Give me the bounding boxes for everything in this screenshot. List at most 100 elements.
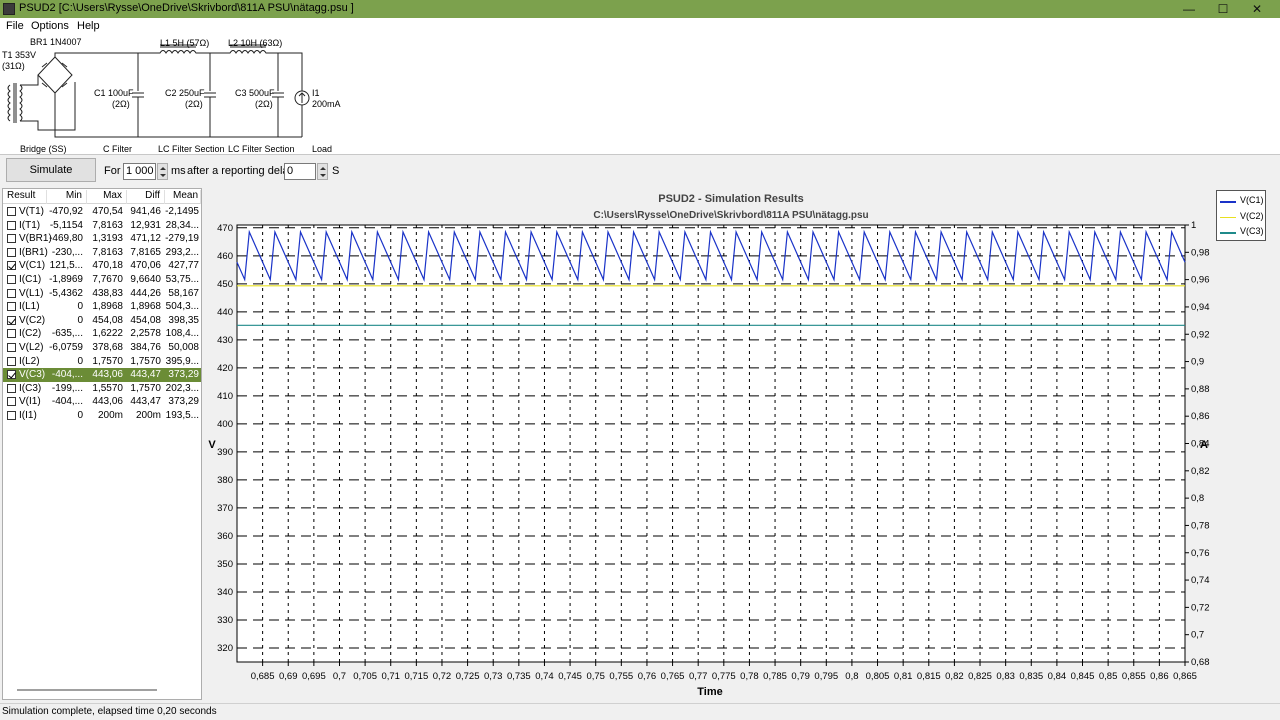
chart-legend: V(C1) V(C2) V(C3) <box>1216 190 1266 241</box>
result-max: 1,3193 <box>92 233 123 245</box>
result-checkbox[interactable] <box>7 207 16 216</box>
chart-area[interactable]: PSUD2 - Simulation Results C:\Users\Rysse… <box>204 188 1212 702</box>
label-bridge: BR1 1N4007 <box>30 37 82 47</box>
result-diff: 454,08 <box>130 314 161 326</box>
y2-tick-label: 0,8 <box>1191 493 1204 504</box>
y-tick-label: 460 <box>217 251 233 262</box>
result-checkbox[interactable] <box>7 275 16 284</box>
col-min[interactable]: Min <box>47 190 87 204</box>
result-row[interactable]: I(C1) -1,8969 7,7670 9,6640 53,75... <box>3 273 201 287</box>
x-tick-label: 0,71 <box>381 671 400 682</box>
result-row[interactable]: I(BR1) -230,... 7,8163 7,8165 293,2... <box>3 246 201 260</box>
spin-up-icon <box>320 167 326 170</box>
result-name: I(C3) <box>19 382 42 394</box>
x-tick-label: 0,78 <box>740 671 759 682</box>
result-row[interactable]: V(T1) -470,92 470,54 941,46 -2,1495 <box>3 205 201 219</box>
result-row[interactable]: I(C2) -635,... 1,6222 2,2578 108,4... <box>3 327 201 341</box>
horizontal-scrollbar[interactable] <box>17 689 157 691</box>
minimize-button[interactable]: — <box>1172 0 1206 18</box>
y-tick-label: 430 <box>217 335 233 346</box>
result-max: 1,6222 <box>92 328 123 340</box>
result-row[interactable]: V(C3) -404,... 443,06 443,47 373,29 <box>3 368 201 382</box>
col-diff[interactable]: Diff <box>127 190 165 204</box>
result-checkbox[interactable] <box>7 370 16 380</box>
y2-tick-label: 0,68 <box>1191 657 1210 668</box>
legend-swatch <box>1220 201 1236 203</box>
result-max: 7,8163 <box>92 246 123 258</box>
legend-swatch <box>1220 216 1236 218</box>
col-mean[interactable]: Mean <box>165 190 201 204</box>
result-checkbox[interactable] <box>7 315 16 325</box>
label-c3-res: (2Ω) <box>255 99 273 109</box>
result-max: 7,7670 <box>92 274 123 285</box>
result-row[interactable]: I(I1) 0 200m 200m 193,5... <box>3 409 201 423</box>
result-row[interactable]: I(C3) -199,... 1,5570 1,7570 202,3... <box>3 382 201 396</box>
duration-spinner[interactable] <box>157 163 168 180</box>
label-i1: I1 <box>312 88 320 98</box>
result-checkbox[interactable] <box>7 302 16 312</box>
result-checkbox[interactable] <box>7 220 16 230</box>
result-min: 121,5... <box>49 260 83 272</box>
y2-tick-label: 0,74 <box>1191 575 1210 586</box>
result-min: -6,0759 <box>49 342 83 353</box>
result-diff: 12,931 <box>130 219 161 231</box>
result-row[interactable]: V(BR1) -469,80 1,3193 471,12 -279,19 <box>3 232 201 246</box>
close-button[interactable]: ✕ <box>1240 0 1274 18</box>
for-label: For <box>104 165 121 177</box>
menu-options[interactable]: Options <box>31 20 69 32</box>
result-checkbox[interactable] <box>7 356 16 366</box>
result-checkbox[interactable] <box>7 383 16 393</box>
result-min: -404,... <box>51 369 83 381</box>
result-checkbox[interactable] <box>7 261 16 271</box>
result-max: 1,5570 <box>92 382 123 394</box>
result-checkbox[interactable] <box>7 343 16 352</box>
plot-area <box>236 224 1186 663</box>
duration-input[interactable]: 1 000 <box>123 163 156 180</box>
label-transformer-res: (31Ω) <box>2 61 25 71</box>
result-mean: 108,4... <box>165 328 199 340</box>
delay-spinner[interactable] <box>317 163 328 180</box>
result-checkbox[interactable] <box>7 411 16 420</box>
col-max[interactable]: Max <box>87 190 127 204</box>
result-row[interactable]: V(L2) -6,0759 378,68 384,76 50,008 <box>3 341 201 355</box>
y2-tick-label: 0,9 <box>1191 357 1204 368</box>
col-result[interactable]: Result <box>7 190 47 204</box>
y2-tick-label: 0,76 <box>1191 548 1210 559</box>
ms-label: ms <box>171 165 186 177</box>
result-diff: 384,76 <box>130 342 161 353</box>
y-tick-label: 450 <box>217 279 233 290</box>
legend-label: V(C3) <box>1240 226 1264 236</box>
section-load: Load <box>312 144 332 154</box>
circuit-schematic[interactable]: BR1 1N4007 T1 353V (31Ω) L1 5H (57Ω) L2 … <box>0 35 1280 155</box>
simulate-button[interactable]: Simulate <box>6 158 96 182</box>
menu-help[interactable]: Help <box>77 20 100 32</box>
result-row[interactable]: V(C2) 0 454,08 454,08 398,35 <box>3 314 201 328</box>
result-checkbox[interactable] <box>7 397 16 407</box>
results-table[interactable]: Result Min Max Diff Mean V(T1) -470,92 470… <box>2 188 202 700</box>
result-checkbox[interactable] <box>7 234 16 244</box>
result-checkbox[interactable] <box>7 288 16 298</box>
result-diff: 1,7570 <box>130 382 161 394</box>
y-tick-label: 330 <box>217 615 233 626</box>
result-row[interactable]: I(L2) 0 1,7570 1,7570 395,9... <box>3 355 201 369</box>
result-checkbox[interactable] <box>7 329 16 339</box>
x-tick-label: 0,8 <box>845 671 858 682</box>
x-tick-label: 0,76 <box>638 671 657 682</box>
x-tick-label: 0,755 <box>609 671 633 682</box>
delay-input[interactable]: 0 <box>284 163 316 180</box>
window-title: PSUD2 [C:\Users\Rysse\OneDrive\Skrivbord… <box>19 2 354 14</box>
capacitor-c1 <box>132 53 144 137</box>
result-row[interactable]: V(I1) -404,... 443,06 443,47 373,29 <box>3 395 201 409</box>
y-tick-label: 360 <box>217 531 233 542</box>
result-row[interactable]: I(T1) -5,1154 7,8163 12,931 28,34... <box>3 219 201 233</box>
result-checkbox[interactable] <box>7 247 16 257</box>
y2-tick-label: 0,78 <box>1191 520 1210 531</box>
maximize-button[interactable]: ☐ <box>1206 0 1240 18</box>
result-mean: 28,34... <box>165 219 199 231</box>
result-row[interactable]: V(C1) 121,5... 470,18 470,06 427,77 <box>3 259 201 273</box>
result-min: 0 <box>77 410 83 421</box>
menu-file[interactable]: File <box>6 20 24 32</box>
result-mean: 427,77 <box>168 260 199 272</box>
result-row[interactable]: I(L1) 0 1,8968 1,8968 504,3... <box>3 300 201 314</box>
result-row[interactable]: V(L1) -5,4362 438,83 444,26 58,167 <box>3 287 201 301</box>
